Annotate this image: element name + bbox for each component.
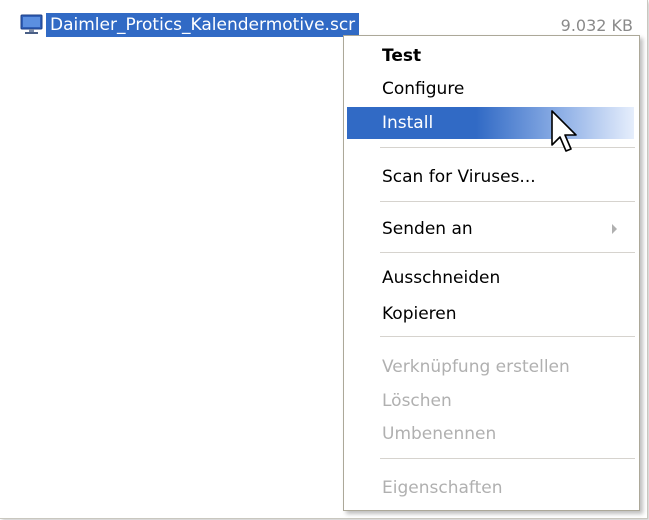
menu-separator <box>380 147 635 148</box>
menu-item-test[interactable]: Test <box>344 40 635 72</box>
menu-item-configure[interactable]: Configure <box>344 73 635 105</box>
mouse-pointer-icon <box>550 109 580 157</box>
menu-item-ausschneiden[interactable]: Ausschneiden <box>344 262 635 294</box>
menu-item-umbenennen: Umbenennen <box>382 424 497 444</box>
menu-separator <box>380 252 635 253</box>
menu-separator <box>380 336 635 337</box>
menu-separator <box>380 201 635 202</box>
menu-item-install[interactable]: Install <box>347 107 634 139</box>
file-name[interactable]: Daimler_Protics_Kalendermotive.scr <box>46 13 360 37</box>
menu-item-loeschen: Löschen <box>382 391 452 411</box>
menu-item-verknuepfung-erstellen: Verknüpfung erstellen <box>382 357 570 377</box>
context-menu: Test Configure Install Scan for Viruses.… <box>343 35 640 511</box>
file-row[interactable]: Daimler_Protics_Kalendermotive.scr 9.032… <box>8 6 647 37</box>
monitor-icon <box>20 14 44 36</box>
menu-item-kopieren[interactable]: Kopieren <box>344 298 635 330</box>
submenu-arrow-icon <box>612 224 617 234</box>
menu-item-scan-for-viruses[interactable]: Scan for Viruses... <box>344 161 635 193</box>
menu-item-eigenschaften: Eigenschaften <box>382 478 503 498</box>
menu-separator <box>380 458 635 459</box>
menu-item-label: Senden an <box>382 219 473 239</box>
menu-item-senden-an[interactable]: Senden an <box>344 213 635 245</box>
